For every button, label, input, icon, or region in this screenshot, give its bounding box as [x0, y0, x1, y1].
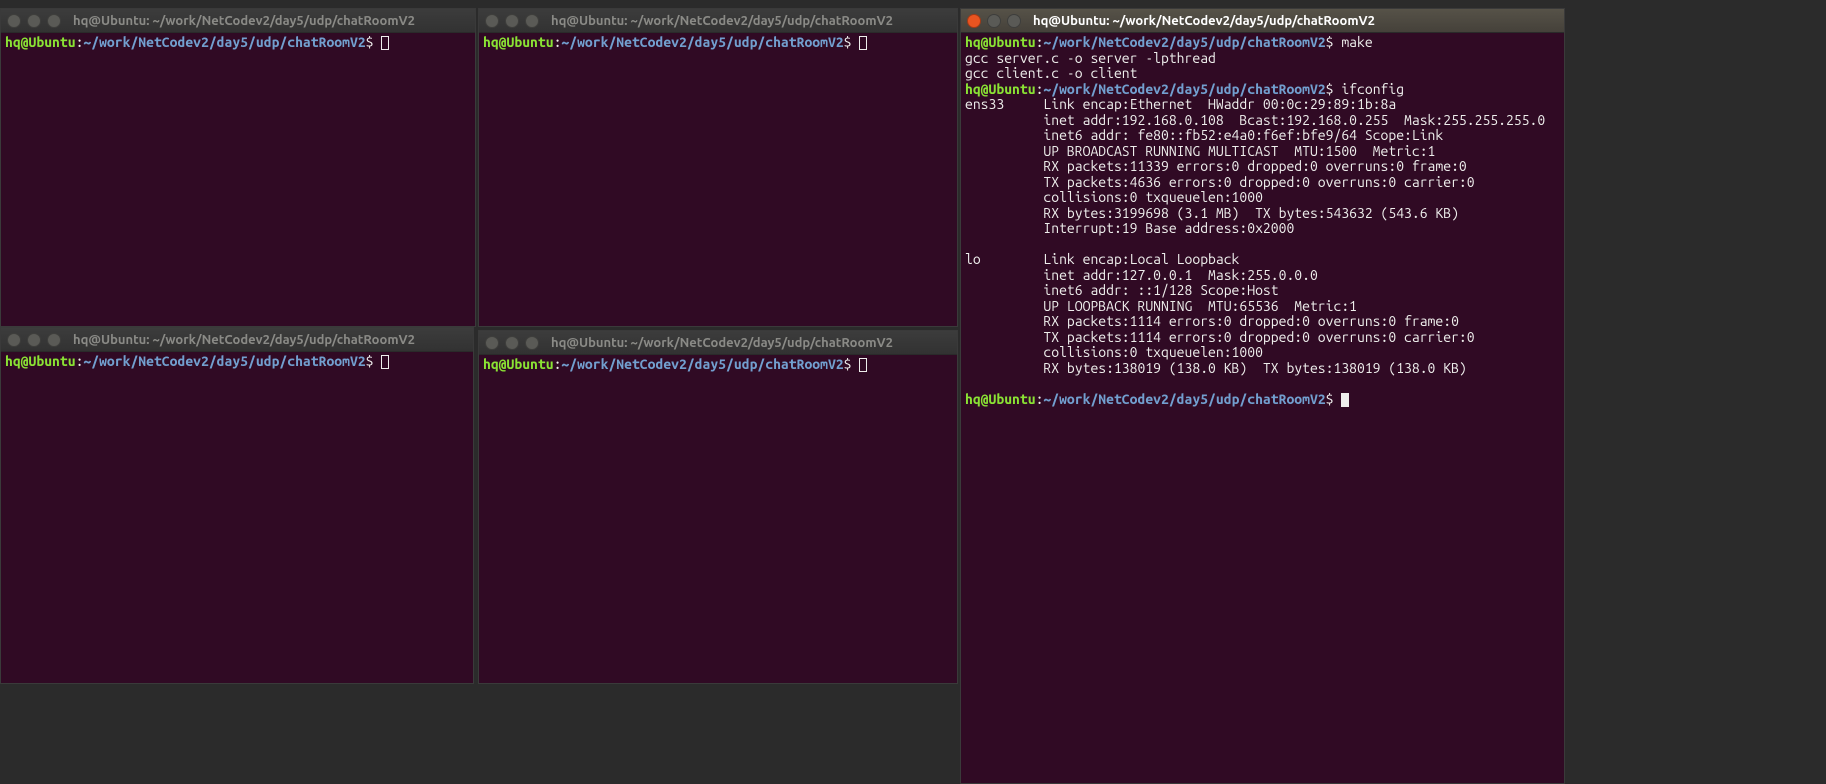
command-text: make [1341, 34, 1372, 50]
output-line: inet addr:127.0.0.1 Mask:255.0.0.0 [965, 267, 1318, 283]
maximize-icon[interactable] [1007, 14, 1021, 28]
output-line: gcc server.c -o server -lpthread [965, 50, 1216, 66]
terminal-window-active[interactable]: hq@Ubuntu: ~/work/NetCodev2/day5/udp/cha… [960, 8, 1565, 784]
prompt-path: ~/work/NetCodev2/day5/udp/chatRoomV2 [561, 34, 843, 50]
minimize-icon[interactable] [505, 336, 519, 350]
output-line: UP LOOPBACK RUNNING MTU:65536 Metric:1 [965, 298, 1357, 314]
minimize-icon[interactable] [987, 14, 1001, 28]
prompt-symbol: $ [1326, 34, 1334, 50]
cursor-icon [859, 36, 867, 50]
window-title: hq@Ubuntu: ~/work/NetCodev2/day5/udp/cha… [73, 333, 415, 347]
output-line: RX bytes:138019 (138.0 KB) TX bytes:1380… [965, 360, 1467, 376]
window-title: hq@Ubuntu: ~/work/NetCodev2/day5/udp/cha… [1033, 14, 1375, 28]
output-line: Interrupt:19 Base address:0x2000 [965, 220, 1302, 236]
prompt-symbol: $ [1326, 391, 1334, 407]
prompt-user: hq@Ubuntu [965, 391, 1036, 407]
terminal-window[interactable]: hq@Ubuntu: ~/work/NetCodev2/day5/udp/cha… [0, 8, 476, 327]
minimize-icon[interactable] [505, 14, 519, 28]
output-line: ens33 Link encap:Ethernet HWaddr 00:0c:2… [965, 96, 1412, 112]
prompt-path: ~/work/NetCodev2/day5/udp/chatRoomV2 [1043, 391, 1325, 407]
prompt-symbol: $ [844, 356, 852, 372]
terminal-window[interactable]: hq@Ubuntu: ~/work/NetCodev2/day5/udp/cha… [0, 327, 474, 684]
close-icon[interactable] [7, 333, 21, 347]
close-icon[interactable] [485, 336, 499, 350]
prompt-path: ~/work/NetCodev2/day5/udp/chatRoomV2 [83, 353, 365, 369]
command-text: ifconfig [1341, 81, 1404, 97]
terminal-body[interactable]: hq@Ubuntu:~/work/NetCodev2/day5/udp/chat… [479, 33, 957, 326]
output-line: inet addr:192.168.0.108 Bcast:192.168.0.… [965, 112, 1545, 128]
cursor-icon [381, 355, 389, 369]
terminal-body[interactable]: hq@Ubuntu:~/work/NetCodev2/day5/udp/chat… [1, 33, 475, 326]
titlebar[interactable]: hq@Ubuntu: ~/work/NetCodev2/day5/udp/cha… [1, 9, 475, 33]
prompt-path: ~/work/NetCodev2/day5/udp/chatRoomV2 [1043, 81, 1325, 97]
terminal-window[interactable]: hq@Ubuntu: ~/work/NetCodev2/day5/udp/cha… [478, 8, 958, 327]
prompt-symbol: $ [366, 34, 374, 50]
output-line: inet6 addr: fe80::fb52:e4a0:f6ef:bfe9/64… [965, 127, 1443, 143]
prompt-path: ~/work/NetCodev2/day5/udp/chatRoomV2 [561, 356, 843, 372]
window-title: hq@Ubuntu: ~/work/NetCodev2/day5/udp/cha… [551, 336, 893, 350]
cursor-icon [381, 36, 389, 50]
close-icon[interactable] [967, 14, 981, 28]
window-title: hq@Ubuntu: ~/work/NetCodev2/day5/udp/cha… [73, 14, 415, 28]
close-icon[interactable] [485, 14, 499, 28]
output-line: TX packets:4636 errors:0 dropped:0 overr… [965, 174, 1475, 190]
output-line: inet6 addr: ::1/128 Scope:Host [965, 282, 1279, 298]
prompt-user: hq@Ubuntu [5, 34, 76, 50]
minimize-icon[interactable] [27, 333, 41, 347]
output-line: RX packets:11339 errors:0 dropped:0 over… [965, 158, 1467, 174]
maximize-icon[interactable] [47, 14, 61, 28]
maximize-icon[interactable] [525, 14, 539, 28]
titlebar[interactable]: hq@Ubuntu: ~/work/NetCodev2/day5/udp/cha… [1, 328, 473, 352]
minimize-icon[interactable] [27, 14, 41, 28]
maximize-icon[interactable] [47, 333, 61, 347]
prompt-user: hq@Ubuntu [483, 34, 554, 50]
terminal-body[interactable]: hq@Ubuntu:~/work/NetCodev2/day5/udp/chat… [961, 33, 1564, 783]
output-line: RX bytes:3199698 (3.1 MB) TX bytes:54363… [965, 205, 1459, 221]
terminal-body[interactable]: hq@Ubuntu:~/work/NetCodev2/day5/udp/chat… [479, 355, 957, 683]
cursor-icon [859, 358, 867, 372]
prompt-user: hq@Ubuntu [965, 81, 1036, 97]
prompt-user: hq@Ubuntu [5, 353, 76, 369]
titlebar[interactable]: hq@Ubuntu: ~/work/NetCodev2/day5/udp/cha… [479, 9, 957, 33]
prompt-symbol: $ [366, 353, 374, 369]
output-line: RX packets:1114 errors:0 dropped:0 overr… [965, 313, 1459, 329]
prompt-path: ~/work/NetCodev2/day5/udp/chatRoomV2 [83, 34, 365, 50]
maximize-icon[interactable] [525, 336, 539, 350]
output-line: collisions:0 txqueuelen:1000 [965, 189, 1271, 205]
prompt-symbol: $ [844, 34, 852, 50]
prompt-path: ~/work/NetCodev2/day5/udp/chatRoomV2 [1043, 34, 1325, 50]
output-line: lo Link encap:Local Loopback [965, 251, 1255, 267]
cursor-icon [1341, 393, 1349, 407]
titlebar[interactable]: hq@Ubuntu: ~/work/NetCodev2/day5/udp/cha… [961, 9, 1564, 33]
close-icon[interactable] [7, 14, 21, 28]
prompt-user: hq@Ubuntu [483, 356, 554, 372]
terminal-window[interactable]: hq@Ubuntu: ~/work/NetCodev2/day5/udp/cha… [478, 330, 958, 684]
output-line: UP BROADCAST RUNNING MULTICAST MTU:1500 … [965, 143, 1435, 159]
output-line: collisions:0 txqueuelen:1000 [965, 344, 1271, 360]
prompt-symbol: $ [1326, 81, 1334, 97]
window-title: hq@Ubuntu: ~/work/NetCodev2/day5/udp/cha… [551, 14, 893, 28]
terminal-body[interactable]: hq@Ubuntu:~/work/NetCodev2/day5/udp/chat… [1, 352, 473, 683]
prompt-user: hq@Ubuntu [965, 34, 1036, 50]
output-line: TX packets:1114 errors:0 dropped:0 overr… [965, 329, 1475, 345]
titlebar[interactable]: hq@Ubuntu: ~/work/NetCodev2/day5/udp/cha… [479, 331, 957, 355]
output-line: gcc client.c -o client [965, 65, 1137, 81]
